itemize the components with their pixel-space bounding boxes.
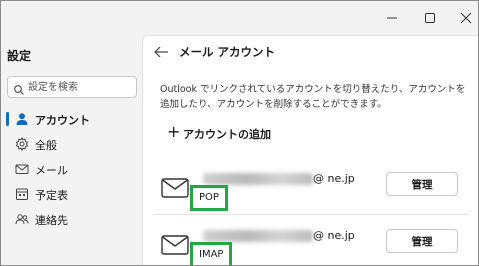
gear-icon: [15, 137, 29, 151]
mail-icon: [161, 235, 189, 255]
back-arrow-icon[interactable]: [153, 45, 169, 59]
sidebar-item-label: 予定表: [35, 189, 68, 202]
sidebar-item-contacts[interactable]: 連絡先: [1, 208, 147, 230]
protocol-badge: IMAP: [190, 242, 233, 265]
sidebar-item-label: 連絡先: [35, 214, 68, 227]
settings-search-input[interactable]: [28, 79, 133, 95]
settings-window: 設定 アカウント 全般 メール: [0, 0, 479, 266]
redacted-email-part: [203, 173, 313, 185]
search-icon: [13, 81, 25, 95]
account-email: @ ne.jp: [313, 229, 355, 242]
sidebar-item-general[interactable]: 全般: [1, 133, 147, 155]
settings-sidebar: 設定 アカウント 全般 メール: [1, 35, 147, 265]
sidebar-title: 設定: [7, 49, 32, 63]
mail-icon: [161, 178, 189, 198]
manage-button[interactable]: 管理: [386, 172, 458, 196]
mail-icon: [15, 162, 29, 176]
person-icon: [15, 112, 29, 126]
add-account-label: アカウントの追加: [183, 128, 271, 141]
page-title: メール アカウント: [179, 45, 276, 59]
mail-accounts-panel: メール アカウント Outlook でリンクされているアカウントを切り替えたり、…: [142, 35, 478, 265]
maximize-icon[interactable]: [421, 9, 439, 27]
title-bar: [1, 1, 478, 35]
protocol-badge: POP: [190, 185, 228, 211]
manage-button[interactable]: 管理: [386, 229, 458, 253]
active-indicator: [6, 112, 9, 126]
sidebar-item-label: 全般: [35, 139, 57, 152]
settings-search-box[interactable]: [7, 76, 137, 98]
people-icon: [15, 212, 29, 226]
divider: [153, 214, 469, 215]
redacted-email-part: [203, 230, 313, 242]
close-icon[interactable]: [457, 9, 475, 27]
calendar-icon: [15, 187, 29, 201]
description-text: Outlook でリンクされているアカウントを切り替えたり、アカウントを追加した…: [160, 84, 466, 110]
plus-icon: +: [167, 122, 181, 141]
sidebar-item-mail[interactable]: メール: [1, 158, 147, 180]
account-row: @ ne.jp POP 管理: [159, 172, 469, 218]
sidebar-item-account[interactable]: アカウント: [1, 108, 147, 130]
minimize-icon[interactable]: [383, 9, 401, 27]
account-email: @ ne.jp: [313, 172, 355, 185]
sidebar-item-label: アカウント: [35, 114, 90, 127]
account-row: @ ne.jp IMAP 管理: [159, 229, 469, 265]
sidebar-item-label: メール: [35, 164, 68, 177]
sidebar-item-calendar[interactable]: 予定表: [1, 183, 147, 205]
